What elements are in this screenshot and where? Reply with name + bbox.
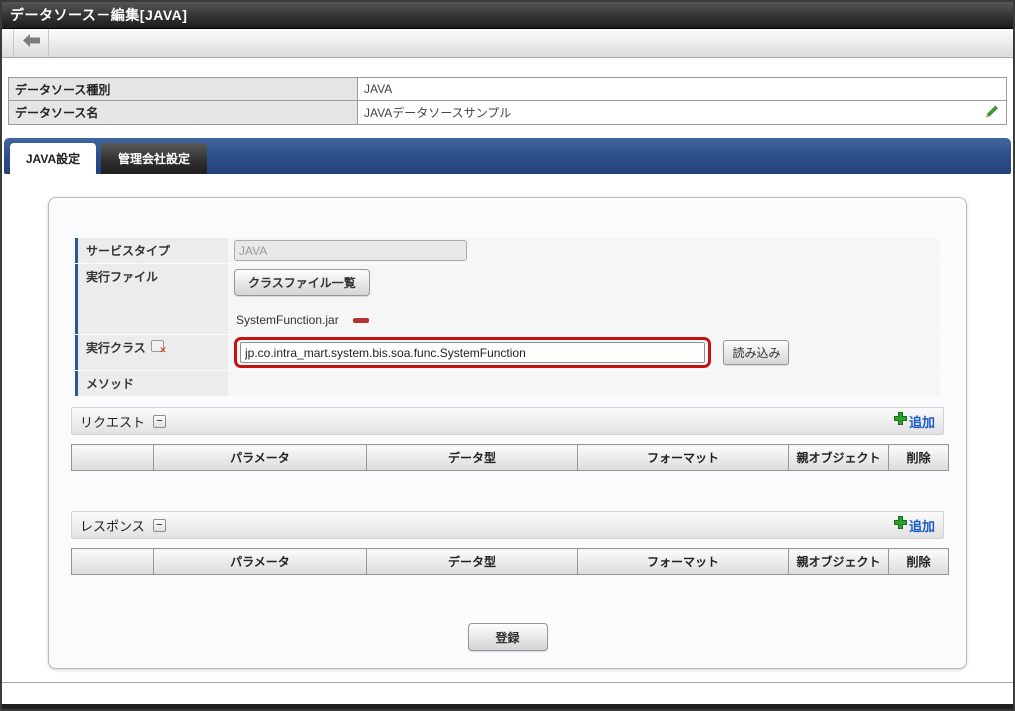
col-header-format: フォーマット — [577, 548, 789, 575]
datasource-type-value: JAVA — [357, 77, 1007, 101]
tab-java-settings[interactable]: JAVA設定 — [10, 143, 96, 174]
form-row-service-type: サービスタイプ — [75, 238, 940, 263]
load-button[interactable]: 読み込み — [723, 339, 790, 365]
tab-label: 管理会社設定 — [118, 152, 191, 166]
collapse-toggle-icon[interactable]: − — [152, 518, 166, 532]
exec-class-label: 実行クラス — [75, 335, 228, 370]
datasource-info-table: データソース種別 JAVA データソース名 JAVAデータソースサンプル — [8, 77, 1007, 125]
col-header-blank — [71, 444, 154, 471]
datasource-name-value: JAVAデータソースサンプル — [364, 106, 512, 120]
response-section-bar: レスポンス − 追加 — [71, 511, 944, 539]
col-header-format: フォーマット — [577, 444, 789, 471]
col-header-datatype: データ型 — [366, 548, 578, 575]
request-section-bar: リクエスト − 追加 — [71, 407, 944, 435]
pencil-icon[interactable] — [984, 103, 1000, 122]
register-button-area: 登録 — [71, 623, 944, 651]
response-table: パラメータ データ型 フォーマット 親オブジェクト 削除 — [71, 548, 949, 575]
col-header-parent-object: 親オブジェクト — [788, 444, 889, 471]
add-label: 追加 — [908, 414, 935, 430]
col-header-parent-object: 親オブジェクト — [788, 548, 889, 575]
back-button[interactable] — [14, 29, 49, 57]
service-type-label: サービスタイプ — [75, 238, 228, 263]
service-type-input — [234, 240, 467, 261]
form-row-method: メソッド — [75, 371, 940, 396]
plus-icon — [893, 412, 907, 430]
datasource-type-label: データソース種別 — [8, 77, 358, 101]
register-button[interactable]: 登録 — [467, 623, 548, 651]
form-area: サービスタイプ 実行ファイル クラスファイル一覧 — [75, 238, 940, 396]
form-row-exec-class: 実行クラス 読み込み — [75, 335, 940, 370]
tab-content: サービスタイプ 実行ファイル クラスファイル一覧 — [2, 197, 1013, 669]
response-section-title: レスポンス — [80, 518, 145, 534]
java-settings-panel: サービスタイプ 実行ファイル クラスファイル一覧 — [48, 197, 967, 669]
request-section-title: リクエスト — [80, 414, 146, 430]
col-header-delete: 削除 — [888, 548, 949, 575]
datasource-name-label: データソース名 — [8, 100, 358, 125]
window-titlebar: データソース－編集[JAVA] — [2, 2, 1013, 29]
attached-file-row: SystemFunction.jar — [234, 313, 934, 327]
remove-file-icon[interactable] — [352, 317, 369, 323]
request-table: パラメータ データ型 フォーマット 親オブジェクト 削除 — [71, 444, 949, 471]
table-row: データソース種別 JAVA — [8, 77, 1007, 101]
collapse-toggle-icon[interactable]: − — [153, 414, 167, 428]
response-add-link[interactable]: 追加 — [893, 516, 935, 535]
exec-file-label: 実行ファイル — [75, 264, 228, 334]
toolbar — [2, 29, 1013, 58]
bottom-separator — [2, 682, 1013, 683]
attached-file-name: SystemFunction.jar — [236, 313, 339, 327]
page-title: データソース－編集[JAVA] — [10, 7, 188, 23]
col-header-datatype: データ型 — [366, 444, 578, 471]
table-row: データソース名 JAVAデータソースサンプル — [8, 100, 1007, 125]
footer-bar — [2, 704, 1013, 709]
col-header-parameter: パラメータ — [153, 548, 367, 575]
request-table-header-row: パラメータ データ型 フォーマット 親オブジェクト 削除 — [71, 444, 949, 471]
col-header-blank — [71, 548, 154, 575]
clear-input-icon[interactable] — [150, 340, 167, 356]
plus-icon — [893, 516, 907, 534]
method-label: メソッド — [75, 371, 228, 396]
col-header-delete: 削除 — [888, 444, 949, 471]
toolbar-spacer — [2, 29, 14, 57]
response-table-header-row: パラメータ データ型 フォーマット 親オブジェクト 削除 — [71, 548, 949, 575]
arrow-left-icon — [22, 34, 40, 52]
col-header-parameter: パラメータ — [153, 444, 367, 471]
highlight-annotation — [234, 337, 711, 368]
exec-class-input[interactable] — [240, 342, 705, 363]
class-file-list-button[interactable]: クラスファイル一覧 — [234, 269, 370, 296]
tab-company-settings[interactable]: 管理会社設定 — [101, 143, 208, 174]
form-row-exec-file: 実行ファイル クラスファイル一覧 SystemFunction.jar — [75, 264, 940, 334]
add-label: 追加 — [908, 518, 935, 534]
request-add-link[interactable]: 追加 — [893, 412, 935, 431]
tab-label: JAVA設定 — [25, 152, 81, 166]
app-window: データソース－編集[JAVA] データソース種別 JAVA データソース名 JA… — [0, 0, 1015, 711]
tab-bar: JAVA設定 管理会社設定 — [4, 138, 1011, 174]
